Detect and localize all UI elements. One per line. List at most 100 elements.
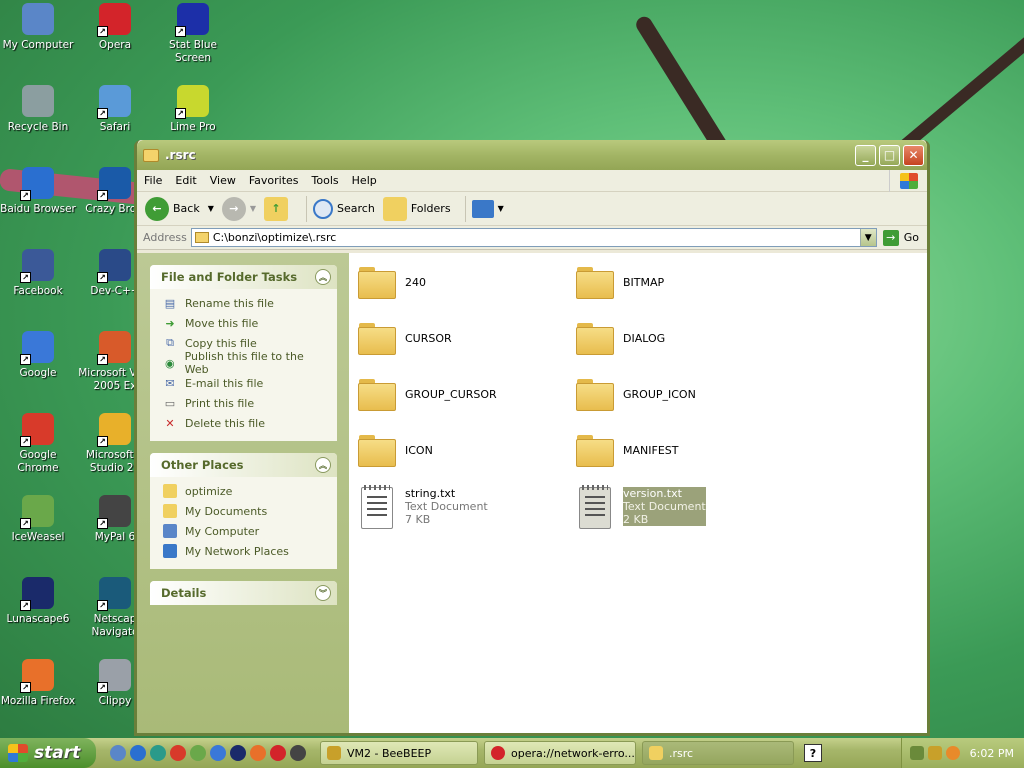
chevron-down-icon[interactable]: ▼ [498,204,504,213]
place-link[interactable]: My Computer [163,521,327,541]
desktop-icon[interactable]: ↗ IceWeasel [0,495,78,544]
taskbar-task-rsrc[interactable]: .rsrc [642,741,794,765]
start-button[interactable]: start [0,738,96,768]
address-input[interactable]: C:\bonzi\optimize\.rsrc ▼ [190,228,877,247]
desktop-icon[interactable]: ↗ Lunascape6 [0,577,78,626]
menu-edit[interactable]: Edit [168,174,202,187]
title-bar[interactable]: .rsrc _ □ ✕ [137,140,927,170]
shortcut-arrow-icon: ↗ [20,272,31,283]
desktop-icon[interactable]: ↗ Mozilla Firefox [0,659,78,708]
panel-header[interactable]: Details ︾ [150,581,337,605]
toolbar: ← Back ▼ → ▼ ↑ Search Folders ▼ [137,192,927,226]
desktop-icon[interactable]: ↗ Opera [75,3,155,52]
place-link[interactable]: My Documents [163,501,327,521]
task-link[interactable]: ➜ Move this file [163,313,327,333]
place-link[interactable]: optimize [163,481,327,501]
place-link[interactable]: My Network Places [163,541,327,561]
desktop-icon[interactable]: ↗ Stat Blue Screen [153,3,233,65]
folder-item[interactable]: ICON [357,433,433,467]
go-button[interactable]: → Go [882,229,919,246]
task-link[interactable]: ◉ Publish this file to the Web [163,350,327,376]
folder-item[interactable]: GROUP_ICON [575,377,696,411]
quick-launch-icon[interactable] [110,745,126,761]
menu-help[interactable]: Help [345,174,383,187]
mypal-icon: ↗ [97,495,131,529]
quick-launch-icon[interactable] [210,745,226,761]
quick-launch-icon[interactable] [130,745,146,761]
minimize-button[interactable]: _ [855,144,876,166]
shortcut-arrow-icon: ↗ [175,108,186,119]
tray-icon[interactable] [927,746,942,760]
shortcut-arrow-icon: ↗ [97,518,108,529]
forward-button[interactable]: → ▼ [221,196,256,221]
task-label: Publish this file to the Web [184,350,304,376]
tray-search-icon[interactable] [945,746,960,760]
bluescreen-icon: ↗ [175,3,209,37]
folder-item[interactable]: BITMAP [575,265,664,299]
file-item[interactable]: string.txt Text Document 7 KB [357,485,488,529]
explorer-window: .rsrc _ □ ✕ File Edit View Favorites Too… [134,140,930,736]
up-folder-button[interactable]: ↑ [264,196,292,221]
folder-item[interactable]: CURSOR [357,321,452,355]
chevron-down-icon[interactable]: ▼ [250,204,256,213]
desktop-icon[interactable]: ↗ Baidu Browser [0,167,78,216]
folder-item[interactable]: 240 [357,265,426,299]
menu-favorites[interactable]: Favorites [242,174,305,187]
task-label: Print this file [185,396,255,410]
taskbar-task-opera[interactable]: opera://network-erro... [484,741,636,765]
file-info: string.txt Text Document 7 KB [405,487,488,526]
back-button[interactable]: ← Back ▼ [145,196,214,221]
folder-name: ICON [405,444,433,457]
folder-item[interactable]: MANIFEST [575,433,678,467]
search-button[interactable]: Search [313,198,375,219]
iceweasel-icon: ↗ [20,495,54,529]
devcpp-icon: ↗ [97,249,131,283]
quick-launch-icon[interactable] [270,745,286,761]
panel-header[interactable]: Other Places ︽ [150,453,337,477]
task-link[interactable]: ▭ Print this file [163,393,327,413]
menu-view[interactable]: View [203,174,242,187]
address-dropdown-button[interactable]: ▼ [859,229,876,246]
close-button[interactable]: ✕ [903,144,924,166]
quick-launch-icon[interactable] [230,745,246,761]
address-label: Address [143,231,187,244]
quick-launch-icon[interactable] [290,745,306,761]
network-icon[interactable] [909,746,924,760]
expand-icon[interactable]: ︾ [315,585,331,601]
quick-launch-icon[interactable] [190,745,206,761]
task-label: .rsrc [669,746,694,760]
quick-launch-icon[interactable] [150,745,166,761]
task-link[interactable]: ▤ Rename this file [163,293,327,313]
desktop-icon-label: Lunascape6 [6,613,70,625]
explorer-body: File and Folder Tasks ︽ ▤ Rename this fil… [137,253,927,733]
help-icon[interactable]: ? [804,744,822,762]
task-link[interactable]: ✕ Delete this file [163,413,327,433]
quick-launch-icon[interactable] [250,745,266,761]
clock[interactable]: 6:02 PM [970,747,1014,760]
folder-item[interactable]: GROUP_CURSOR [357,377,497,411]
desktop-icon[interactable]: ↗ Facebook [0,249,78,298]
desktop-icon[interactable]: ↗ Google [0,331,78,380]
desktop-icon[interactable]: ↗ Google Chrome [0,413,78,475]
desktop-icon[interactable]: Recycle Bin [0,85,78,134]
views-button[interactable]: ▼ [471,199,504,218]
taskbar-task-beebeep[interactable]: VM2 - BeeBEEP [320,741,478,765]
collapse-icon[interactable]: ︽ [315,269,331,285]
system-tray: 6:02 PM [900,738,1024,768]
panel-header[interactable]: File and Folder Tasks ︽ [150,265,337,289]
desktop-icon[interactable]: My Computer [0,3,78,52]
task-link[interactable]: ✉ E-mail this file [163,373,327,393]
desktop-icon[interactable]: ↗ Safari [75,85,155,134]
folders-button[interactable]: Folders [382,196,451,221]
folder-icon [143,148,159,162]
maximize-button[interactable]: □ [879,144,900,166]
chevron-down-icon[interactable]: ▼ [208,204,214,213]
menu-file[interactable]: File [137,174,168,187]
collapse-icon[interactable]: ︽ [315,457,331,473]
menu-tools[interactable]: Tools [305,174,345,187]
desktop-icon-label: Baidu Browser [0,203,76,215]
desktop-icon[interactable]: ↗ Lime Pro [153,85,233,134]
folder-item[interactable]: DIALOG [575,321,665,355]
quick-launch-icon[interactable] [170,745,186,761]
file-item[interactable]: version.txt Text Document 2 KB [575,485,706,529]
